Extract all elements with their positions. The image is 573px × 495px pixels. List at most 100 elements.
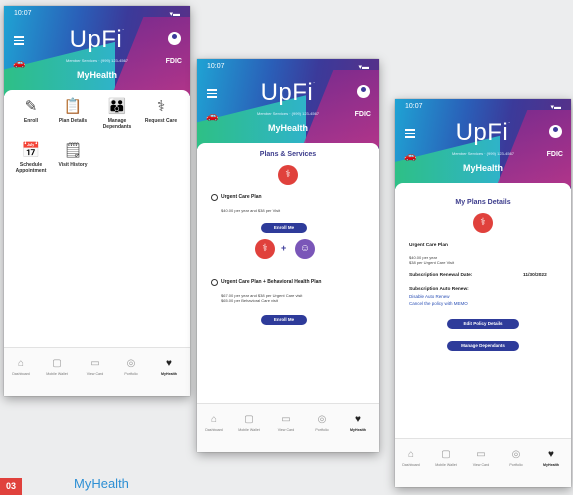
tab-mobile-wallet[interactable]: ▢ Mobile Wallet (42, 358, 72, 376)
history-icon: 🗒 (63, 142, 83, 159)
tile-label: Manage Dependants (102, 118, 132, 130)
status-time: 10:07 (207, 63, 225, 70)
tab-dashboard[interactable]: ⌂ Dashboard (396, 449, 426, 467)
content-area: My Plans Details ⚕ Urgent Care Plan $40.… (395, 183, 571, 439)
tab-label: Portfolio (315, 428, 329, 432)
tab-myhealth[interactable]: ♥ MyHealth (536, 449, 566, 467)
urgent-care-radio[interactable] (211, 194, 218, 201)
stethoscope-icon: ⚕ (473, 213, 493, 233)
portfolio-icon: ◎ (126, 358, 136, 369)
section-title: MyHealth (462, 163, 503, 173)
plus-sign: + (281, 243, 287, 253)
cancel-policy-link[interactable]: Cancel the policy with MEMO (409, 301, 468, 306)
manage-dependants-tile[interactable]: 👪 Manage Dependants (96, 98, 138, 130)
wallet-icon: ▢ (52, 358, 62, 369)
stethoscope-icon: ⚕ (255, 239, 275, 259)
manage-dependants-button[interactable]: Manage Dependants (447, 341, 519, 351)
tile-label: Enroll (23, 118, 39, 124)
auto-renew-label: Subscription Auto Renew: (409, 287, 469, 292)
tab-label: Mobile Wallet (435, 463, 457, 467)
app-header: 10:07 ▾▬ UpFi. 🚗 Member Services · (999)… (395, 99, 571, 189)
tab-portfolio[interactable]: ◎ Portfolio (307, 414, 337, 432)
section-number-badge: 03 (0, 478, 22, 495)
tab-mobile-wallet[interactable]: ▢ Mobile Wallet (234, 414, 264, 432)
tab-label: MyHealth (350, 428, 366, 432)
tile-label: Plan Details (58, 118, 88, 124)
brain-icon: ☺ (295, 239, 315, 259)
status-icons: ▾▬ (358, 64, 369, 71)
tab-portfolio[interactable]: ◎ Portfolio (501, 449, 531, 467)
urgent-behavioral-radio[interactable] (211, 279, 218, 286)
tab-dashboard[interactable]: ⌂ Dashboard (199, 414, 229, 432)
tab-label: Mobile Wallet (238, 428, 260, 432)
renewal-date-label: Subscription Renewal Date: (409, 273, 473, 278)
family-icon: 👪 (107, 98, 127, 115)
tab-label: Mobile Wallet (46, 372, 68, 376)
my-plans-details-screen: 10:07 ▾▬ UpFi. 🚗 Member Services · (999)… (395, 99, 571, 487)
tab-myhealth[interactable]: ♥ MyHealth (154, 358, 184, 376)
account-icon[interactable] (357, 85, 370, 98)
upfi-logo: UpFi. (455, 119, 511, 146)
footer-title: MyHealth (74, 476, 129, 491)
status-time: 10:07 (405, 103, 423, 110)
plan-details-tile[interactable]: 📋 Plan Details (52, 98, 94, 124)
app-header: 10:07 ▾▬ UpFi. 🚗 Member Services · (999)… (4, 6, 190, 96)
tab-portfolio[interactable]: ◎ Portfolio (116, 358, 146, 376)
account-icon[interactable] (168, 32, 181, 45)
plans-services-screen: 10:07 ▾▬ UpFi. 🚗 Member Services · (999)… (197, 59, 379, 452)
tab-label: View Card (86, 372, 104, 376)
tile-label: Request Care (144, 118, 178, 124)
heart-icon: ♥ (548, 449, 554, 460)
home-icon: ⌂ (17, 358, 25, 369)
tab-label: View Card (472, 463, 490, 467)
tab-label: Portfolio (509, 463, 523, 467)
status-icons: ▾▬ (169, 11, 180, 18)
calendar-icon: 📅 (21, 142, 41, 159)
visit-history-tile[interactable]: 🗒 Visit History (52, 142, 94, 168)
tab-mobile-wallet[interactable]: ▢ Mobile Wallet (431, 449, 461, 467)
renewal-date-value: 11/30/2022 (523, 273, 547, 278)
upfi-logo: UpFi. (69, 26, 125, 53)
bottom-tab-bar: ⌂ Dashboard ▢ Mobile Wallet ▭ View Card ◎ Po… (395, 438, 571, 487)
tab-view-card[interactable]: ▭ View Card (466, 449, 496, 467)
tab-dashboard[interactable]: ⌂ Dashboard (6, 358, 36, 376)
fdic-badge: FDIC (546, 151, 563, 158)
enroll-me-button[interactable]: Enroll Me (261, 315, 307, 325)
heart-icon: ♥ (166, 358, 172, 369)
tile-label: Visit History (58, 162, 88, 168)
heart-icon: ♥ (355, 414, 361, 425)
plan-name: Urgent Care Plan (221, 194, 262, 200)
plan-name: Urgent Care Plan (409, 243, 448, 248)
enroll-tile[interactable]: ✎ Enroll (10, 98, 52, 124)
member-services-phone[interactable]: Member Services · (999) 123-4567 (4, 58, 190, 63)
content-area: Plans & Services ⚕ Urgent Care Plan $40.… (197, 143, 379, 404)
portfolio-icon: ◎ (511, 449, 521, 460)
member-services-phone[interactable]: Member Services · (999) 123-4567 (197, 111, 379, 116)
home-icon: ⌂ (210, 414, 218, 425)
tab-label: Dashboard (402, 463, 420, 467)
section-title: MyHealth (76, 70, 117, 80)
page-title: My Plans Details (455, 199, 511, 206)
bottom-tab-bar: ⌂ Dashboard ▢ Mobile Wallet ▭ View Card ◎ Po… (4, 347, 190, 396)
fdic-badge: FDIC (354, 111, 371, 118)
request-care-tile[interactable]: ⚕ Request Care (140, 98, 182, 124)
card-icon: ▭ (476, 449, 486, 460)
clipboard-icon: 📋 (63, 98, 83, 115)
wallet-icon: ▢ (244, 414, 254, 425)
tab-label: MyHealth (161, 372, 177, 376)
enroll-me-button[interactable]: Enroll Me (261, 223, 307, 233)
myhealth-dashboard-screen: 10:07 ▾▬ UpFi. 🚗 Member Services · (999)… (4, 6, 190, 396)
disable-auto-renew-link[interactable]: Disable Auto Renew (409, 294, 450, 299)
account-icon[interactable] (549, 125, 562, 138)
edit-icon: ✎ (24, 98, 38, 115)
section-title: MyHealth (267, 123, 308, 133)
tab-view-card[interactable]: ▭ View Card (80, 358, 110, 376)
tab-myhealth[interactable]: ♥ MyHealth (343, 414, 373, 432)
plan-price: $65.00 per Behavioral Care visit (221, 298, 278, 303)
card-icon: ▭ (281, 414, 291, 425)
bottom-tab-bar: ⌂ Dashboard ▢ Mobile Wallet ▭ View Card ◎ Po… (197, 403, 379, 452)
edit-policy-details-button[interactable]: Edit Policy Details (447, 319, 519, 329)
member-services-phone[interactable]: Member Services · (999) 123-4567 (395, 151, 571, 156)
schedule-appointment-tile[interactable]: 📅 Schedule Appointment (10, 142, 52, 174)
tab-view-card[interactable]: ▭ View Card (271, 414, 301, 432)
